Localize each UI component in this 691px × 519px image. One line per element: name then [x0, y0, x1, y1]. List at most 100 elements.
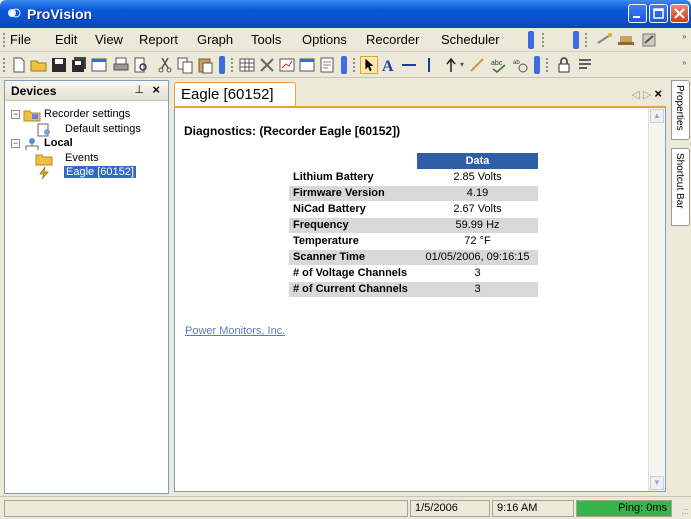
- collapse-icon[interactable]: −: [11, 110, 20, 119]
- cut-icon[interactable]: [156, 56, 174, 74]
- pin-icon[interactable]: ⊥: [134, 83, 144, 96]
- lock-icon[interactable]: [555, 56, 573, 74]
- tree-item-default-settings[interactable]: Default settings: [29, 123, 166, 138]
- folder-settings-icon: [23, 110, 41, 122]
- toolbar-grip[interactable]: [542, 33, 545, 47]
- menu-edit[interactable]: Edit: [55, 32, 77, 47]
- status-date: 1/5/2006: [410, 500, 490, 517]
- vertical-line-tool-icon[interactable]: [420, 56, 438, 74]
- wand-icon[interactable]: [596, 31, 614, 49]
- arrow-tool-icon[interactable]: [442, 56, 460, 74]
- menu-bar: File Edit View Report Graph Tools Option…: [0, 28, 691, 52]
- table-row: Frequency 59.99 Hz: [289, 217, 538, 234]
- table-row: Scanner Time 01/05/2006, 09:16:15: [289, 249, 538, 266]
- save-icon[interactable]: [50, 56, 68, 74]
- table-row: Lithium Battery 2.85 Volts: [289, 169, 538, 186]
- toolbar-grip[interactable]: [3, 58, 6, 72]
- menu-view[interactable]: View: [95, 32, 123, 47]
- close-panel-icon[interactable]: ×: [152, 82, 160, 97]
- diagnostics-view: Diagnostics: (Recorder Eagle [60152]) Da…: [174, 106, 666, 492]
- tab-scroll-left-icon[interactable]: ◁: [631, 89, 639, 101]
- table-window-icon[interactable]: [298, 56, 316, 74]
- row-key: Scanner Time: [289, 249, 417, 266]
- diagnostics-table: Data Lithium Battery 2.85 Volts Firmware …: [289, 153, 538, 298]
- maximize-button[interactable]: [649, 4, 668, 23]
- hat-icon[interactable]: [617, 31, 635, 49]
- new-file-icon[interactable]: [10, 56, 28, 74]
- row-key: NiCad Battery: [289, 201, 417, 218]
- menu-file[interactable]: File: [10, 32, 31, 47]
- company-link[interactable]: Power Monitors, Inc.: [185, 325, 285, 337]
- toolbar-overflow-button[interactable]: [528, 31, 534, 49]
- menu-grip[interactable]: [3, 33, 6, 47]
- menu-graph[interactable]: Graph: [197, 32, 233, 47]
- folder-icon: [35, 154, 53, 166]
- status-message: [4, 500, 408, 517]
- tree-item-eagle-recorder[interactable]: Eagle [60152]: [29, 166, 166, 181]
- spellcheck-icon[interactable]: abc: [490, 56, 508, 74]
- tree-item-local[interactable]: − Local: [11, 137, 166, 152]
- network-icon: [25, 138, 39, 150]
- arrow-dropdown-icon[interactable]: ▾: [460, 61, 464, 69]
- menu-overflow-chevron-icon[interactable]: »: [682, 33, 686, 41]
- toolbar-overflow-button[interactable]: [573, 31, 579, 49]
- tab-navigation: ◁ ▷ ×: [631, 86, 662, 101]
- toolbar-grip[interactable]: [585, 33, 588, 47]
- row-key: # of Current Channels: [289, 281, 417, 298]
- chart-window-icon[interactable]: [278, 56, 296, 74]
- diagonal-line-icon[interactable]: [468, 56, 486, 74]
- print-preview-icon[interactable]: [132, 56, 150, 74]
- save-all-icon[interactable]: [70, 56, 88, 74]
- menu-report[interactable]: Report: [139, 32, 178, 47]
- open-folder-icon[interactable]: [30, 56, 48, 74]
- text-tool-icon[interactable]: A: [380, 56, 398, 74]
- toolbar-grip[interactable]: [231, 58, 234, 72]
- collapse-icon[interactable]: −: [11, 139, 20, 148]
- resize-grip-icon[interactable]: .::: [681, 506, 689, 516]
- toolbar-overflow-button[interactable]: [534, 56, 540, 74]
- menu-recorder[interactable]: Recorder: [366, 32, 419, 47]
- row-value: 2.67 Volts: [417, 201, 538, 218]
- tree-item-recorder-settings[interactable]: − Recorder settings: [11, 108, 166, 123]
- tab-shortcut-bar[interactable]: Shortcut Bar: [671, 148, 690, 226]
- tab-label: Eagle [60152]: [181, 86, 274, 103]
- toolbar-overflow-chevron-icon[interactable]: »: [682, 59, 686, 67]
- menu-scheduler[interactable]: Scheduler: [441, 32, 500, 47]
- copy-icon[interactable]: [176, 56, 194, 74]
- line-tool-icon[interactable]: [400, 56, 418, 74]
- row-value: 72 °F: [417, 233, 538, 250]
- table-row: # of Voltage Channels 3: [289, 265, 538, 282]
- vertical-scrollbar[interactable]: ▲ ▼: [648, 108, 665, 491]
- scroll-up-icon[interactable]: ▲: [650, 109, 664, 123]
- tab-properties[interactable]: Properties: [671, 80, 690, 140]
- tab-eagle-recorder[interactable]: Eagle [60152]: [174, 82, 296, 106]
- toolbar-grip[interactable]: [353, 58, 356, 72]
- minimize-button[interactable]: [628, 4, 647, 23]
- tree-item-events[interactable]: Events: [29, 152, 166, 167]
- toolbar-grip[interactable]: [546, 58, 549, 72]
- tools-icon[interactable]: [640, 31, 658, 49]
- window-icon[interactable]: [90, 56, 108, 74]
- report-icon[interactable]: [318, 56, 336, 74]
- tree-item-label: Eagle [60152]: [64, 166, 136, 178]
- devices-panel: Devices ⊥ × − Recorder settings Default …: [4, 80, 169, 494]
- close-button[interactable]: [670, 4, 689, 23]
- menu-options[interactable]: Options: [302, 32, 347, 47]
- grid-icon[interactable]: [238, 56, 256, 74]
- data-icon[interactable]: ab: [512, 56, 530, 74]
- devices-panel-header: Devices ⊥ ×: [5, 81, 168, 101]
- properties-icon[interactable]: [576, 56, 594, 74]
- close-tab-icon[interactable]: ×: [654, 86, 662, 101]
- paste-icon[interactable]: [196, 56, 214, 74]
- svg-text:ab: ab: [513, 60, 520, 66]
- toolbar-overflow-button[interactable]: [219, 56, 225, 74]
- status-bar: 1/5/2006 9:16 AM Ping: 0ms .::: [0, 496, 691, 519]
- toolbar-overflow-button[interactable]: [341, 56, 347, 74]
- side-tab-strip: Properties Shortcut Bar: [670, 80, 691, 494]
- scroll-down-icon[interactable]: ▼: [650, 476, 664, 490]
- tools-cross-icon[interactable]: [258, 56, 276, 74]
- menu-tools[interactable]: Tools: [251, 32, 281, 47]
- print-icon[interactable]: [112, 56, 130, 74]
- pointer-tool-icon[interactable]: [360, 56, 378, 74]
- tab-scroll-right-icon[interactable]: ▷: [643, 89, 651, 101]
